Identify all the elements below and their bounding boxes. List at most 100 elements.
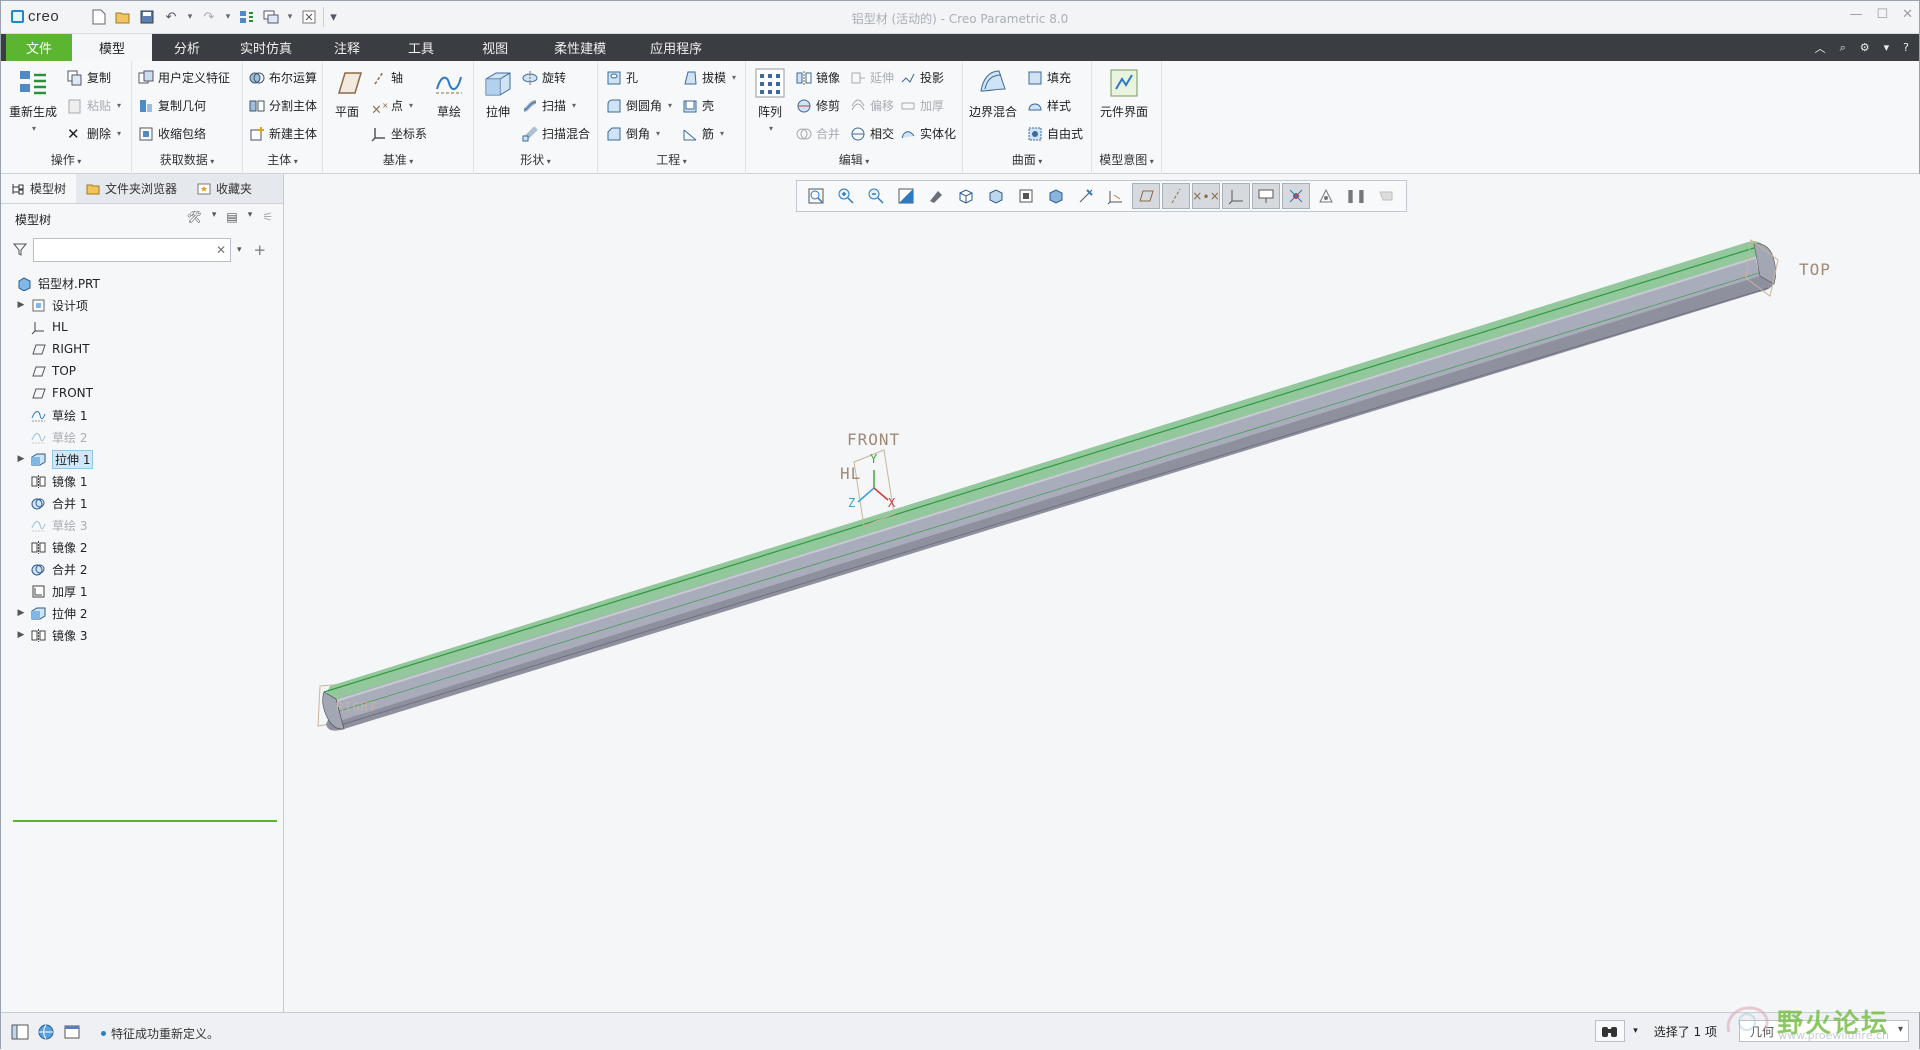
tab-model-tree[interactable]: 模型树 bbox=[1, 174, 77, 203]
tab-flexible-modeling[interactable]: 柔性建模 bbox=[532, 34, 628, 61]
group-label-model-intent[interactable]: 模型意图 bbox=[1092, 151, 1161, 168]
point-button[interactable]: ×× 点 ▾ bbox=[371, 97, 413, 117]
tree-item[interactable]: FRONT bbox=[1, 382, 283, 404]
view-manager-icon[interactable] bbox=[982, 183, 1010, 209]
appearance-icon[interactable] bbox=[1072, 183, 1100, 209]
draft-button[interactable]: 拔模 ▾ bbox=[682, 69, 736, 86]
expand-arrow-icon[interactable]: ▶ bbox=[15, 454, 27, 464]
graphics-window[interactable]: TOP FRONT HL RIGHT Y X Z ×∙× ❚❚ bbox=[284, 174, 1920, 1012]
round-button[interactable]: 倒圆角 ▾ bbox=[606, 97, 672, 114]
collapse-ribbon-icon[interactable]: ︿ bbox=[1815, 40, 1826, 56]
pattern-dropdown-icon[interactable]: ▾ bbox=[769, 124, 773, 133]
tab-analysis[interactable]: 分析 bbox=[152, 34, 222, 61]
regenerate-button[interactable]: 重新生成 ▾ bbox=[9, 67, 57, 133]
pattern-button[interactable]: 阵列 ▾ bbox=[754, 67, 786, 133]
style-button[interactable]: 样式 bbox=[1027, 97, 1071, 114]
display-style-icon[interactable] bbox=[922, 183, 950, 209]
revolve-button[interactable]: 旋转 bbox=[522, 69, 566, 86]
tree-item[interactable]: ▶ 镜像 3 bbox=[1, 624, 283, 646]
group-label-engineering[interactable]: 工程 bbox=[598, 151, 745, 168]
tab-annotate[interactable]: 注释 bbox=[310, 34, 384, 61]
sweep-button[interactable]: 扫描 ▾ bbox=[522, 97, 576, 114]
toggle-icon[interactable] bbox=[1372, 183, 1400, 209]
tab-folder-browser[interactable]: 文件夹浏览器 bbox=[76, 174, 187, 203]
tree-settings-dropdown-icon[interactable]: ▾ bbox=[212, 210, 217, 224]
tab-model[interactable]: 模型 bbox=[72, 34, 152, 61]
insert-here-marker[interactable] bbox=[13, 820, 277, 822]
tree-item[interactable]: ▶ 拉伸 2 bbox=[1, 602, 283, 624]
tree-item[interactable]: 加厚 1 bbox=[1, 580, 283, 602]
mirror-button[interactable]: 镜像 bbox=[796, 69, 840, 86]
trim-button[interactable]: 修剪 bbox=[796, 97, 840, 114]
section-icon[interactable] bbox=[1042, 183, 1070, 209]
show-navigator-icon[interactable] bbox=[11, 1023, 29, 1041]
maximize-icon[interactable]: ☐ bbox=[1876, 7, 1888, 22]
tree-item[interactable]: 合并 1 bbox=[1, 492, 283, 514]
sketch-button[interactable]: 草绘 bbox=[433, 67, 465, 120]
group-label-get-data[interactable]: 获取数据 bbox=[132, 151, 242, 168]
undo-dropdown-icon[interactable]: ▾ bbox=[185, 7, 195, 27]
boundary-blend-button[interactable]: 边界混合 bbox=[969, 67, 1017, 120]
merge-button[interactable]: 合并 bbox=[796, 125, 840, 142]
tree-filter-settings-icon[interactable]: ⚟ bbox=[262, 210, 273, 224]
solidify-button[interactable]: 实体化 bbox=[900, 125, 956, 142]
tree-item[interactable]: RIGHT bbox=[1, 338, 283, 360]
refit-icon[interactable] bbox=[802, 183, 830, 209]
group-label-surfaces[interactable]: 曲面 bbox=[963, 151, 1091, 168]
chamfer-button[interactable]: 倒角 ▾ bbox=[606, 125, 660, 142]
tree-settings-icon[interactable]: 🛠 bbox=[187, 210, 202, 224]
fill-button[interactable]: 填充 bbox=[1027, 69, 1071, 86]
perspective-icon[interactable] bbox=[1012, 183, 1040, 209]
tree-item[interactable]: TOP bbox=[1, 360, 283, 382]
extend-button[interactable]: 延伸 bbox=[850, 69, 894, 86]
selection-filter-select[interactable]: 几何 bbox=[1739, 1020, 1909, 1042]
group-label-shapes[interactable]: 形状 bbox=[474, 151, 597, 168]
selection-count[interactable]: 选择了 1 项 bbox=[1654, 1023, 1717, 1040]
rib-button[interactable]: 筋 ▾ bbox=[682, 125, 724, 142]
search-icon[interactable]: ⌕ bbox=[1840, 41, 1846, 55]
tree-show-icon[interactable]: ▤ bbox=[226, 210, 237, 224]
tab-favorites[interactable]: 收藏夹 bbox=[187, 174, 262, 203]
close-window-icon[interactable] bbox=[299, 7, 319, 27]
repaint-icon[interactable] bbox=[892, 183, 920, 209]
fullscreen-icon[interactable] bbox=[63, 1023, 81, 1041]
zoom-in-icon[interactable] bbox=[832, 183, 860, 209]
split-body-button[interactable]: 分割主体 bbox=[249, 97, 317, 114]
axis-button[interactable]: 轴 bbox=[371, 69, 403, 86]
tree-item[interactable]: HL bbox=[1, 316, 283, 338]
group-label-body[interactable]: 主体 bbox=[243, 151, 322, 168]
extrude-button[interactable]: 拉伸 bbox=[482, 67, 514, 120]
tab-file[interactable]: 文件 bbox=[6, 34, 72, 61]
annotation-plane-icon[interactable] bbox=[1312, 183, 1340, 209]
tree-item[interactable]: 草绘 1 bbox=[1, 404, 283, 426]
project-button[interactable]: 投影 bbox=[900, 69, 944, 86]
filter-icon[interactable] bbox=[12, 242, 28, 259]
windows-dropdown-icon[interactable]: ▾ bbox=[285, 7, 295, 27]
clear-search-icon[interactable]: ✕ bbox=[216, 243, 226, 257]
saved-orientations-icon[interactable] bbox=[952, 183, 980, 209]
tree-show-dropdown-icon[interactable]: ▾ bbox=[248, 210, 253, 224]
minimize-icon[interactable]: — bbox=[1849, 7, 1862, 22]
tab-live-simulation[interactable]: 实时仿真 bbox=[222, 34, 310, 61]
freestyle-button[interactable]: 自由式 bbox=[1027, 125, 1083, 142]
tree-item[interactable]: 镜像 1 bbox=[1, 470, 283, 492]
udf-button[interactable]: 用户定义特征 bbox=[138, 69, 230, 86]
csys-button[interactable]: 坐标系 bbox=[371, 125, 427, 142]
find-icon[interactable] bbox=[1595, 1020, 1626, 1042]
plane-button[interactable]: 平面 bbox=[331, 67, 363, 120]
settings-icon[interactable]: ⚙ bbox=[1860, 41, 1870, 54]
zoom-out-icon[interactable] bbox=[862, 183, 890, 209]
undo-icon[interactable]: ↶ bbox=[161, 7, 181, 27]
tree-item[interactable]: 合并 2 bbox=[1, 558, 283, 580]
point-display-icon[interactable]: ×∙× bbox=[1192, 183, 1220, 209]
intersect-button[interactable]: 相交 bbox=[850, 125, 894, 142]
csys-display-icon[interactable] bbox=[1222, 183, 1250, 209]
settings-dropdown-icon[interactable]: ▾ bbox=[1884, 41, 1890, 54]
pause-icon[interactable]: ❚❚ bbox=[1342, 183, 1370, 209]
group-label-operations[interactable]: 操作 bbox=[1, 151, 131, 168]
spin-center-icon[interactable] bbox=[1282, 183, 1310, 209]
windows-icon[interactable] bbox=[261, 7, 281, 27]
plane-display-icon[interactable] bbox=[1132, 183, 1160, 209]
tab-applications[interactable]: 应用程序 bbox=[628, 34, 724, 61]
show-browser-icon[interactable] bbox=[37, 1023, 55, 1041]
